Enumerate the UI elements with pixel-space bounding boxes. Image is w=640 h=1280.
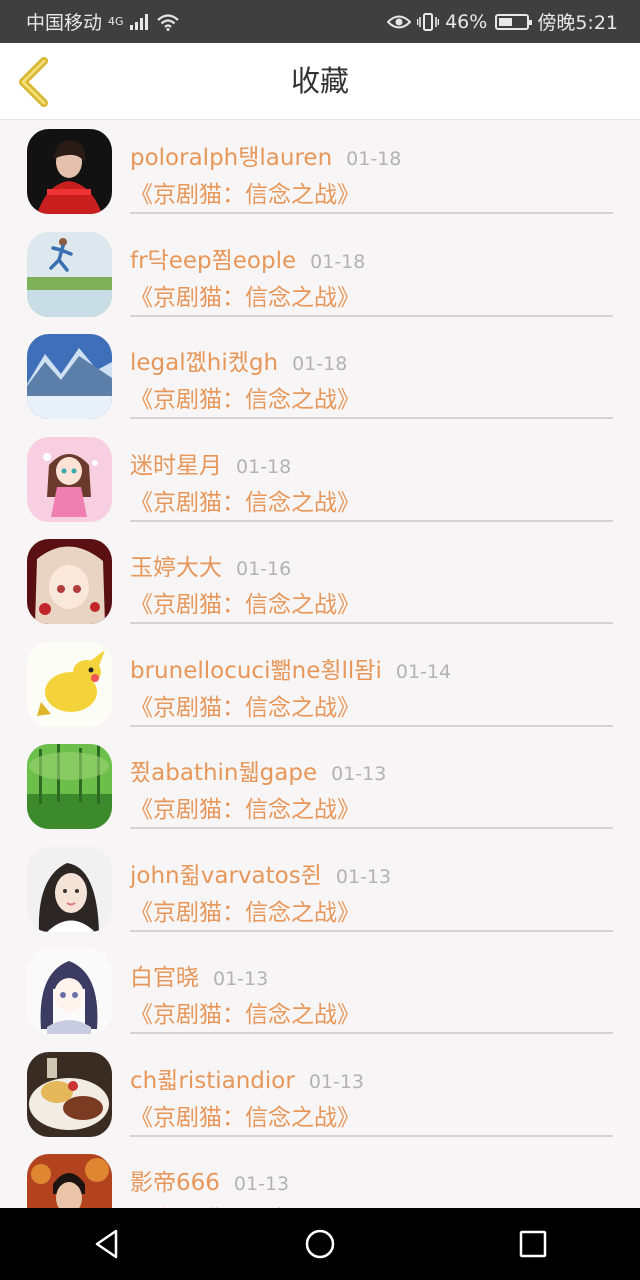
comment-text[interactable]: 《京剧猫：信念之战》 xyxy=(130,1200,360,1208)
eye-icon xyxy=(387,15,412,28)
list-item[interactable]: 玉婷大大 01-16 《京剧猫：信念之战》 xyxy=(0,530,640,633)
list-item[interactable]: fr닥eep쬠eople 01-18 《京剧猫：信念之战》 xyxy=(0,223,640,326)
item-body: john쥚varvatos쥔 01-13 《京剧猫：信念之战》 xyxy=(130,838,613,932)
date-label: 01-18 xyxy=(292,353,348,375)
avatar[interactable] xyxy=(27,1154,112,1208)
date-label: 01-14 xyxy=(395,660,452,683)
circle-home-icon xyxy=(305,1229,335,1259)
comment-text[interactable]: 《京剧猫：信念之战》 xyxy=(130,688,360,722)
avatar[interactable] xyxy=(27,436,112,522)
triangle-back-icon xyxy=(95,1229,117,1259)
user-name[interactable]: poloralph탱lauren xyxy=(130,145,332,171)
item-body: 影帝666 01-13 《京剧猫：信念之战》 xyxy=(130,1145,613,1208)
avatar[interactable] xyxy=(27,949,112,1034)
nav-recents-button[interactable] xyxy=(503,1214,563,1274)
user-name[interactable]: brunellocuci뾂ne횡ll돰i xyxy=(130,658,382,684)
user-name[interactable]: legal꼢hi켔gh xyxy=(130,350,278,376)
item-body: 玉婷大大 01-16 《京剧猫：信念之战》 xyxy=(130,530,613,624)
list-item[interactable]: legal꼢hi켔gh 01-18 《京剧猫：信念之战》 xyxy=(0,325,640,428)
avatar[interactable] xyxy=(27,846,112,932)
avatar[interactable] xyxy=(27,744,112,829)
avatar[interactable] xyxy=(27,231,112,317)
list-item[interactable]: 쬤abathin뒓gape 01-13 《京剧猫：信念之战》 xyxy=(0,735,640,838)
item-body: ch쾳ristiandior 01-13 《京剧猫：信念之战》 xyxy=(130,1043,613,1137)
avatar[interactable] xyxy=(27,1051,112,1137)
item-body: 쬤abathin뒓gape 01-13 《京剧猫：信念之战》 xyxy=(130,735,613,829)
wifi-icon xyxy=(156,13,179,31)
date-label: 01-16 xyxy=(236,558,292,580)
date-label: 01-13 xyxy=(331,763,387,785)
square-recents-icon xyxy=(520,1230,547,1258)
signal-icon xyxy=(129,13,148,30)
comment-text[interactable]: 《京剧猫：信念之战》 xyxy=(130,1098,360,1132)
avatar[interactable] xyxy=(27,129,112,214)
comment-text[interactable]: 《京剧猫：信念之战》 xyxy=(130,790,360,824)
user-name[interactable]: john쥚varvatos쥔 xyxy=(130,863,322,889)
item-body: 白官晓 01-13 《京剧猫：信念之战》 xyxy=(130,940,613,1034)
avatar[interactable] xyxy=(27,334,112,419)
list-item[interactable]: poloralph탱lauren 01-18 《京剧猫：信念之战》 xyxy=(0,120,640,223)
status-bar: 中国移动 4G 46% 傍晚5:21 xyxy=(0,0,640,43)
page-title: 收藏 xyxy=(290,64,349,98)
date-label: 01-18 xyxy=(310,250,366,273)
favorites-list: poloralph탱lauren 01-18 《京剧猫：信念之战》 fr닥eep쬠… xyxy=(0,120,640,1208)
item-body: 迷时星月 01-18 《京剧猫：信念之战》 xyxy=(130,428,613,522)
comment-text[interactable]: 《京剧猫：信念之战》 xyxy=(130,380,360,414)
user-name[interactable]: 影帝666 xyxy=(130,1170,220,1196)
avatar[interactable] xyxy=(27,539,112,624)
list-item[interactable]: john쥚varvatos쥔 01-13 《京剧猫：信念之战》 xyxy=(0,838,640,941)
list-item[interactable]: ch쾳ristiandior 01-13 《京剧猫：信念之战》 xyxy=(0,1043,640,1146)
navigation-bar xyxy=(0,1208,640,1280)
comment-text[interactable]: 《京剧猫：信念之战》 xyxy=(130,585,360,619)
date-label: 01-13 xyxy=(233,1173,290,1195)
list-item[interactable]: 白官晓 01-13 《京剧猫：信念之战》 xyxy=(0,940,640,1043)
nav-home-button[interactable] xyxy=(290,1214,350,1274)
title-bar: 收藏 xyxy=(0,43,640,120)
date-label: 01-13 xyxy=(335,865,392,888)
battery-icon xyxy=(495,13,533,30)
comment-text[interactable]: 《京剧猫：信念之战》 xyxy=(130,483,360,517)
battery-percent: 46% xyxy=(445,10,488,33)
user-name[interactable]: 白官晓 xyxy=(130,965,199,991)
status-right: 46% 傍晚5:21 xyxy=(387,8,618,35)
date-label: 01-18 xyxy=(236,455,292,478)
list-item[interactable]: 影帝666 01-13 《京剧猫：信念之战》 xyxy=(0,1145,640,1208)
item-body: fr닥eep쬠eople 01-18 《京剧猫：信念之战》 xyxy=(130,223,613,317)
list-item[interactable]: brunellocuci뾂ne횡ll돰i 01-14 《京剧猫：信念之战》 xyxy=(0,633,640,736)
item-body: legal꼢hi켔gh 01-18 《京剧猫：信念之战》 xyxy=(130,325,613,419)
item-body: brunellocuci뾂ne횡ll돰i 01-14 《京剧猫：信念之战》 xyxy=(130,633,613,727)
user-name[interactable]: 迷时星月 xyxy=(130,453,222,479)
user-name[interactable]: 玉婷大大 xyxy=(130,555,222,581)
user-name[interactable]: 쬤abathin뒓gape xyxy=(130,760,317,786)
user-name[interactable]: ch쾳ristiandior xyxy=(130,1068,295,1094)
avatar[interactable] xyxy=(27,641,112,727)
clock: 傍晚5:21 xyxy=(537,12,618,34)
date-label: 01-18 xyxy=(346,148,402,170)
date-label: 01-13 xyxy=(308,1070,365,1093)
status-left: 中国移动 4G xyxy=(26,8,180,35)
comment-text[interactable]: 《京剧猫：信念之战》 xyxy=(130,893,360,927)
carrier-label: 中国移动 xyxy=(26,12,103,34)
item-body: poloralph탱lauren 01-18 《京剧猫：信念之战》 xyxy=(130,120,613,214)
date-label: 01-13 xyxy=(213,968,269,990)
network-type: 4G xyxy=(108,15,124,28)
vibrate-icon xyxy=(417,12,440,31)
comment-text[interactable]: 《京剧猫：信念之战》 xyxy=(130,175,360,209)
list-item[interactable]: 迷时星月 01-18 《京剧猫：信念之战》 xyxy=(0,428,640,531)
comment-text[interactable]: 《京剧猫：信念之战》 xyxy=(130,995,360,1029)
nav-back-button[interactable] xyxy=(77,1214,137,1274)
comment-text[interactable]: 《京剧猫：信念之战》 xyxy=(130,278,360,312)
user-name[interactable]: fr닥eep쬠eople xyxy=(130,248,296,274)
